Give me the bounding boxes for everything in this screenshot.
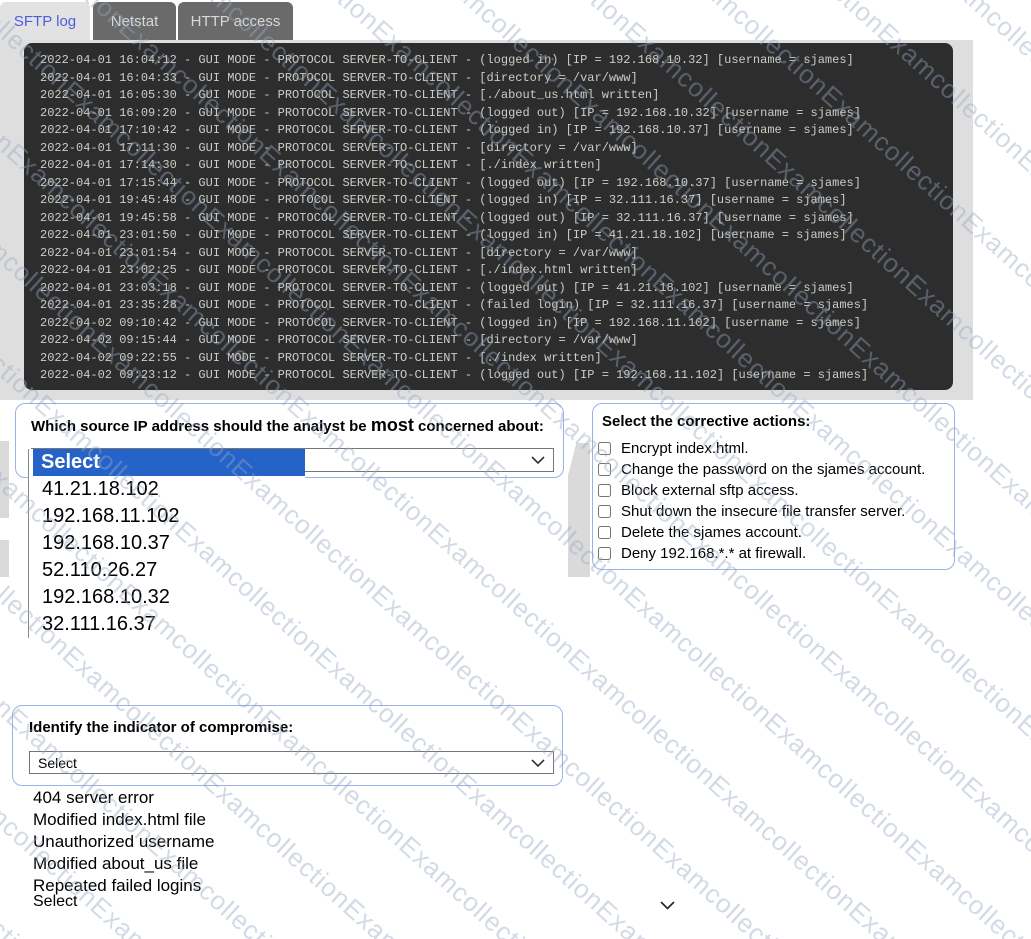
- log-line: 2022-04-01 16:04:12 - GUI MODE - PROTOCO…: [40, 52, 868, 70]
- corrective-action-label: Change the password on the sjames accoun…: [621, 461, 925, 478]
- ip-dropdown-option-list: 41.21.18.102 192.168.11.102 192.168.10.3…: [33, 476, 305, 638]
- log-line: 2022-04-01 17:10:42 - GUI MODE - PROTOCO…: [40, 122, 868, 140]
- corrective-action-label: Encrypt index.html.: [621, 440, 749, 457]
- ioc-dropdown-option[interactable]: Unauthorized username: [13, 831, 562, 853]
- ioc-dropdown-popup: 404 server error Modified index.html fil…: [13, 787, 562, 925]
- log-line: 2022-04-01 23:03:18 - GUI MODE - PROTOCO…: [40, 280, 868, 298]
- ip-question-label-prefix: Which source IP address should the analy…: [31, 418, 371, 435]
- ip-question-label-suffix: concerned about:: [414, 418, 544, 435]
- log-line: 2022-04-01 16:05:30 - GUI MODE - PROTOCO…: [40, 87, 868, 105]
- ip-dropdown-option[interactable]: 192.168.10.37: [33, 530, 305, 557]
- ip-dropdown-option[interactable]: 192.168.10.32: [33, 584, 305, 611]
- tab-http-access-label: HTTP access: [191, 13, 281, 30]
- tab-netstat-label: Netstat: [111, 13, 159, 30]
- log-line-list: 2022-04-01 16:04:12 - GUI MODE - PROTOCO…: [40, 52, 868, 385]
- corrective-action-checkbox[interactable]: [598, 526, 611, 539]
- log-line: 2022-04-02 09:23:12 - GUI MODE - PROTOCO…: [40, 367, 868, 385]
- ip-dropdown-option[interactable]: 41.21.18.102: [33, 476, 305, 503]
- ip-dropdown-popup: Select 41.21.18.102 192.168.11.102 192.1…: [28, 449, 305, 638]
- corrective-action-row: Encrypt index.html.: [598, 438, 749, 458]
- log-line: 2022-04-01 16:09:20 - GUI MODE - PROTOCO…: [40, 105, 868, 123]
- ioc-dropdown-option[interactable]: Modified about_us file: [13, 853, 562, 875]
- log-line: 2022-04-01 17:15:44 - GUI MODE - PROTOCO…: [40, 175, 868, 193]
- artifact-strip: [568, 443, 590, 577]
- ip-dropdown-option-selected[interactable]: Select: [33, 449, 305, 476]
- artifact-strip: [0, 540, 9, 577]
- log-line: 2022-04-01 17:14:30 - GUI MODE - PROTOCO…: [40, 157, 868, 175]
- chevron-down-icon: [531, 759, 545, 767]
- ioc-dropdown-option-list: 404 server error Modified index.html fil…: [13, 787, 562, 897]
- corrective-action-row: Change the password on the sjames accoun…: [598, 459, 925, 479]
- corrective-action-checkbox[interactable]: [598, 442, 611, 455]
- log-line: 2022-04-01 17:11:30 - GUI MODE - PROTOCO…: [40, 140, 868, 158]
- sftp-log-output: 2022-04-01 16:04:12 - GUI MODE - PROTOCO…: [24, 43, 953, 390]
- artifact-strip: [0, 441, 9, 518]
- log-line: 2022-04-01 19:45:48 - GUI MODE - PROTOCO…: [40, 192, 868, 210]
- ip-dropdown-option[interactable]: 52.110.26.27: [33, 557, 305, 584]
- log-line: 2022-04-01 19:45:58 - GUI MODE - PROTOCO…: [40, 210, 868, 228]
- corrective-action-label: Delete the sjames account.: [621, 524, 802, 541]
- exam-simulation-screen: SFTP log Netstat HTTP access 2022-04-01 …: [0, 0, 1031, 939]
- ip-question-label: Which source IP address should the analy…: [31, 415, 544, 436]
- log-line: 2022-04-02 09:15:44 - GUI MODE - PROTOCO…: [40, 332, 868, 350]
- ioc-collapsed-select-label[interactable]: Select: [33, 893, 77, 911]
- ioc-dropdown-option[interactable]: 404 server error: [13, 787, 562, 809]
- ioc-question-title: Identify the indicator of compromise:: [29, 719, 293, 736]
- corrective-action-label: Deny 192.168.*.* at firewall.: [621, 545, 806, 562]
- log-line: 2022-04-01 23:02:25 - GUI MODE - PROTOCO…: [40, 262, 868, 280]
- corrective-action-checkbox[interactable]: [598, 484, 611, 497]
- corrective-action-checkbox[interactable]: [598, 463, 611, 476]
- corrective-action-label: Shut down the insecure file transfer ser…: [621, 503, 905, 520]
- corrective-action-checkbox[interactable]: [598, 547, 611, 560]
- log-line: 2022-04-01 16:04:33 - GUI MODE - PROTOCO…: [40, 70, 868, 88]
- ip-dropdown-option[interactable]: 192.168.11.102: [33, 503, 305, 530]
- corrective-action-row: Shut down the insecure file transfer ser…: [598, 501, 905, 521]
- ioc-dropdown-option[interactable]: Repeated failed logins: [13, 875, 562, 897]
- log-line: 2022-04-01 23:35:28 - GUI MODE - PROTOCO…: [40, 297, 868, 315]
- corrective-action-checkbox[interactable]: [598, 505, 611, 518]
- log-line: 2022-04-02 09:22:55 - GUI MODE - PROTOCO…: [40, 350, 868, 368]
- tab-sftp-log[interactable]: SFTP log: [0, 2, 90, 40]
- ioc-select[interactable]: Select: [29, 751, 554, 774]
- ip-question-label-emphasis: most: [371, 415, 414, 435]
- corrective-action-row: Delete the sjames account.: [598, 522, 802, 542]
- ioc-dropdown-option[interactable]: Modified index.html file: [13, 809, 562, 831]
- tab-sftp-log-label: SFTP log: [14, 13, 76, 30]
- log-line: 2022-04-02 09:10:42 - GUI MODE - PROTOCO…: [40, 315, 868, 333]
- ip-dropdown-option[interactable]: 32.111.16.37: [33, 611, 305, 638]
- tab-http-access[interactable]: HTTP access: [178, 2, 293, 40]
- ioc-question-panel: Identify the indicator of compromise: Se…: [12, 705, 563, 786]
- chevron-down-icon[interactable]: [660, 897, 675, 915]
- corrective-actions-title: Select the corrective actions:: [602, 413, 810, 430]
- chevron-down-icon: [531, 456, 545, 464]
- log-line: 2022-04-01 23:01:54 - GUI MODE - PROTOCO…: [40, 245, 868, 263]
- ioc-select-value: Select: [38, 755, 77, 771]
- corrective-action-row: Block external sftp access.: [598, 480, 799, 500]
- tab-netstat[interactable]: Netstat: [93, 2, 176, 40]
- corrective-action-row: Deny 192.168.*.* at firewall.: [598, 543, 806, 563]
- log-line: 2022-04-01 23:01:50 - GUI MODE - PROTOCO…: [40, 227, 868, 245]
- corrective-actions-panel: Select the corrective actions: Encrypt i…: [592, 403, 955, 570]
- corrective-action-label: Block external sftp access.: [621, 482, 799, 499]
